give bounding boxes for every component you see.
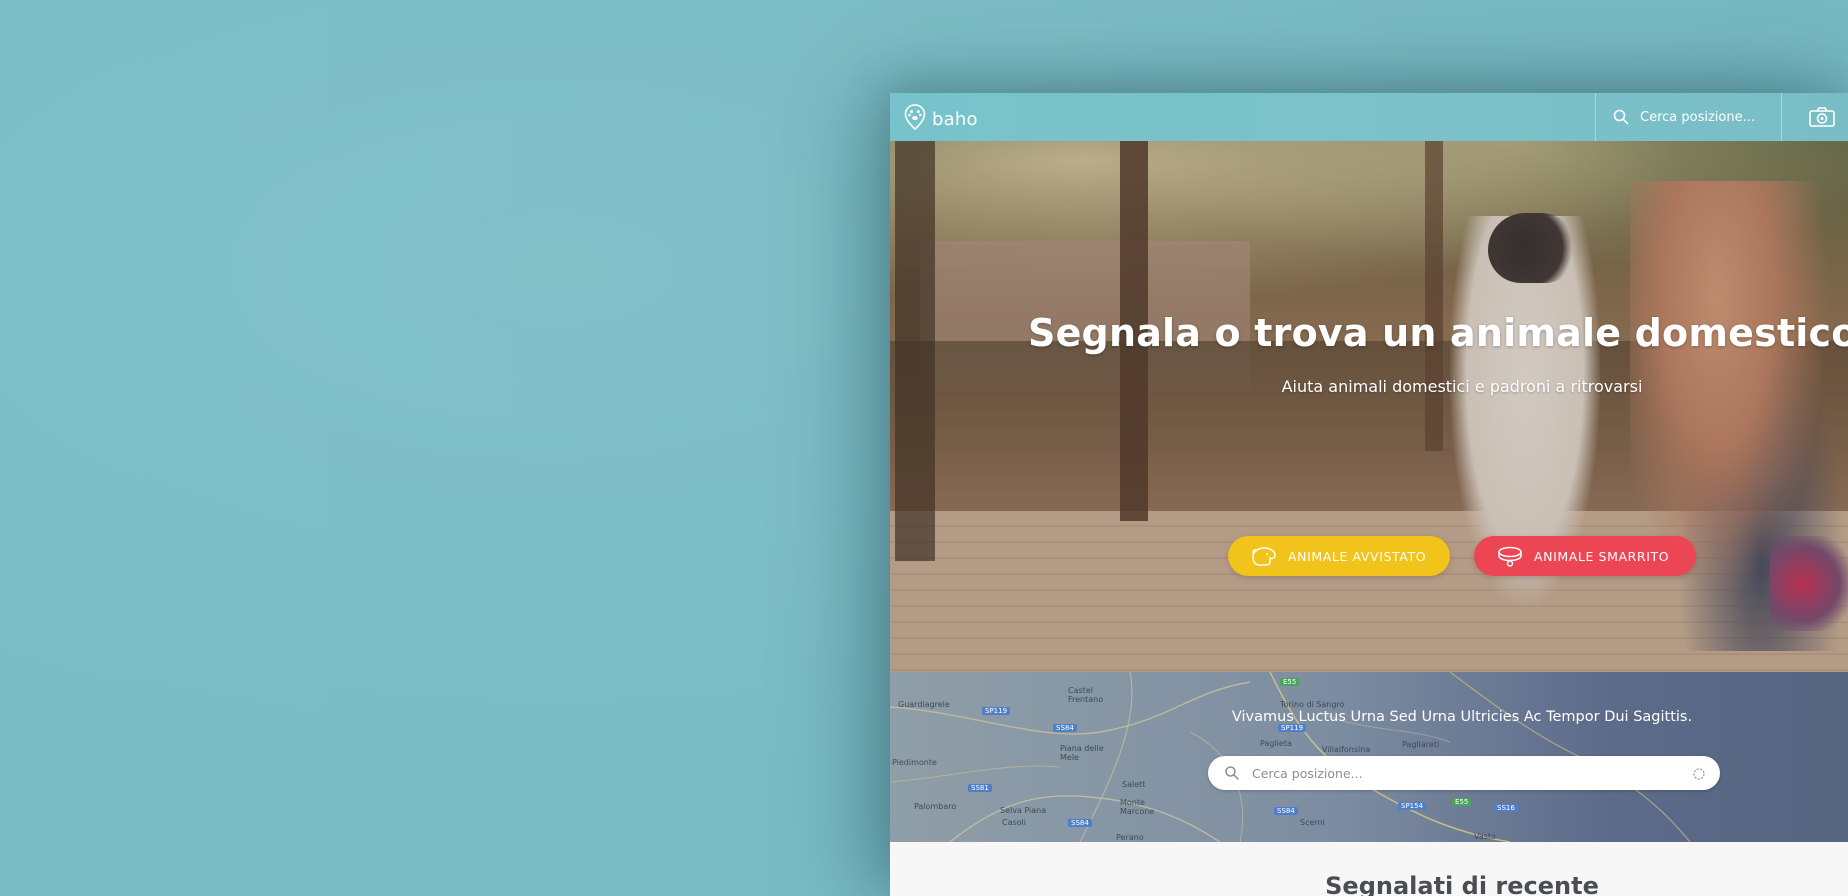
- road-shield: SS81: [968, 784, 992, 792]
- location-search-placeholder: Cerca posizione...: [1252, 765, 1363, 781]
- paw-pin-icon: [904, 104, 926, 134]
- hero-section: Segnala o trova un animale domestico sma…: [890, 141, 1848, 672]
- pet-collar-icon: [1496, 545, 1524, 567]
- website-window: baho Cerca posizione... Segnala o trova …: [890, 93, 1848, 896]
- header-search-input[interactable]: Cerca posizione...: [1595, 93, 1782, 141]
- map-label: Salett: [1122, 780, 1146, 789]
- map-label: Casoli: [1002, 818, 1026, 827]
- recent-reports-section: Segnalati di recente: [890, 842, 1848, 896]
- road-shield: SP119: [1278, 724, 1307, 732]
- map-label: Guardiagrele: [898, 700, 950, 709]
- map-label: Monte Marcone: [1120, 798, 1155, 816]
- search-icon: [1612, 108, 1630, 126]
- road-shield: SS16: [1494, 804, 1518, 812]
- camera-icon: [1807, 107, 1837, 135]
- map-label: Scerni: [1300, 818, 1325, 827]
- dog-head-icon: [1250, 545, 1278, 567]
- brand-name: baho: [932, 108, 978, 130]
- animal-lost-button[interactable]: ANIMALE SMARRITO: [1474, 536, 1696, 576]
- logo[interactable]: baho: [904, 104, 978, 134]
- map-label: Palombaro: [914, 802, 957, 811]
- map-label: Piana delle Mele: [1060, 744, 1104, 762]
- map-label: Castel Frentano: [1068, 686, 1104, 704]
- road-shield: SS84: [1068, 819, 1092, 827]
- map-band-heading: Vivamus Luctus Urna Sed Urna Ultricies A…: [1231, 709, 1693, 725]
- search-icon: [1224, 765, 1240, 781]
- animal-seen-label: ANIMALE AVVISTATO: [1288, 548, 1427, 564]
- map-label: Vasto: [1474, 832, 1496, 841]
- hero-title: Segnala o trova un animale domestico sma…: [1028, 311, 1848, 355]
- locate-icon[interactable]: [1692, 766, 1706, 780]
- map-label: Pagliareti: [1402, 740, 1440, 749]
- map-label: Torino di Sangro: [1280, 700, 1345, 709]
- road-shield: E55: [1452, 798, 1472, 806]
- map-search-section: Guardiagrele Castel Frentano Torino di S…: [890, 672, 1848, 842]
- map-label: Perano: [1116, 833, 1144, 842]
- map-label: Selva Piana: [1000, 806, 1047, 815]
- hero-subtitle: Aiuta animali domestici e padroni a ritr…: [1281, 377, 1643, 396]
- recent-reports-title: Segnalati di recente: [1325, 872, 1599, 896]
- header-search-placeholder: Cerca posizione...: [1640, 109, 1755, 125]
- road-shield: SP154: [1398, 802, 1427, 810]
- top-navbar: baho Cerca posizione...: [890, 93, 1848, 141]
- animal-seen-button[interactable]: ANIMALE AVVISTATO: [1228, 536, 1450, 576]
- road-shield: SS84: [1274, 807, 1298, 815]
- road-shield: E55: [1280, 678, 1300, 686]
- map-label: Paglieta: [1260, 739, 1292, 748]
- map-label: Villalfonsina: [1322, 745, 1371, 754]
- camera-button[interactable]: [1807, 103, 1837, 131]
- location-search-input[interactable]: Cerca posizione...: [1208, 756, 1720, 790]
- animal-lost-label: ANIMALE SMARRITO: [1534, 548, 1670, 564]
- map-label: Piedimonte: [892, 758, 937, 767]
- road-shield: SS84: [1053, 724, 1077, 732]
